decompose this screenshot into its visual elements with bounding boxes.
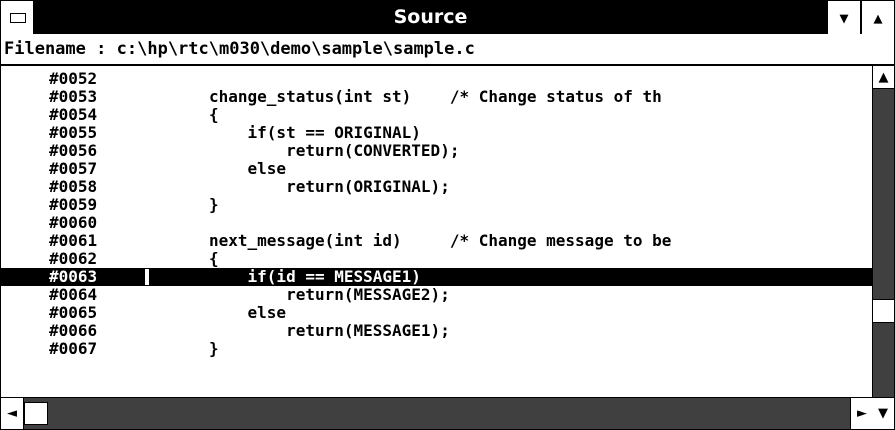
line-code: next_message(int id) /* Change message t… [209, 231, 672, 250]
line-code: else [209, 303, 287, 322]
source-line[interactable]: #0065 else [1, 304, 872, 322]
horizontal-scrollbar[interactable]: ◄ ► ▼ [1, 397, 894, 429]
line-number: #0062 [49, 249, 98, 268]
source-line[interactable]: #0052 [1, 70, 872, 88]
line-code: return(MESSAGE2); [209, 285, 450, 304]
line-code: change_status(int st) /* Change status o… [209, 87, 662, 106]
source-line[interactable]: #0057 else [1, 160, 872, 178]
source-code-area[interactable]: #0052 #0053 change_status(int st) /* Chang… [1, 66, 872, 397]
line-number: #0067 [49, 339, 98, 358]
line-number: #0066 [49, 321, 98, 340]
source-line[interactable]: #0060 [1, 214, 872, 232]
left-arrow-icon: ◄ [7, 406, 17, 421]
source-line[interactable]: #0062 { [1, 250, 872, 268]
filename-label: Filename [4, 39, 86, 59]
source-line[interactable]: #0053 change_status(int st) /* Change sta… [1, 88, 872, 106]
line-number: #0058 [49, 177, 98, 196]
source-window: Source ▼ ▲ Filename : c:\hp\rtc\m030\dem… [0, 0, 895, 430]
horizontal-scroll-thumb[interactable] [24, 402, 48, 425]
line-number: #0065 [49, 303, 98, 322]
highlight-divider [145, 269, 149, 285]
down-arrow-icon: ▼ [878, 406, 888, 421]
system-menu-button[interactable] [1, 1, 34, 34]
minimize-arrow-icon: ▼ [839, 8, 849, 27]
line-number: #0053 [49, 87, 98, 106]
line-code: return(CONVERTED); [209, 141, 460, 160]
minimize-button[interactable]: ▼ [827, 1, 860, 34]
scroll-down-button[interactable]: ▼ [872, 398, 894, 429]
vertical-scroll-thumb[interactable] [873, 299, 894, 323]
line-number: #0061 [49, 231, 98, 250]
source-line[interactable]: #0066 return(MESSAGE1); [1, 322, 872, 340]
line-number: #0059 [49, 195, 98, 214]
line-number: #0054 [49, 105, 98, 124]
source-line[interactable]: #0064 return(MESSAGE2); [1, 286, 872, 304]
source-line[interactable]: #0063 if(id == MESSAGE1) [1, 268, 872, 286]
line-code: { [209, 249, 219, 268]
line-code: } [209, 195, 219, 214]
line-number: #0055 [49, 123, 98, 142]
line-number: #0060 [49, 213, 98, 232]
line-code: } [209, 339, 219, 358]
maximize-arrow-icon: ▲ [873, 8, 883, 27]
scroll-left-button[interactable]: ◄ [1, 398, 24, 429]
filename-bar: Filename : c:\hp\rtc\m030\demo\sample\sa… [1, 34, 894, 66]
window-title: Source [393, 6, 468, 28]
line-code: if(id == MESSAGE1) [209, 267, 421, 286]
source-line[interactable]: #0067} [1, 340, 872, 358]
line-number: #0057 [49, 159, 98, 178]
source-line[interactable]: #0055 if(st == ORIGINAL) [1, 124, 872, 142]
maximize-button[interactable]: ▲ [861, 1, 894, 34]
scroll-up-button[interactable]: ▲ [873, 66, 894, 89]
right-arrow-icon: ► [857, 406, 867, 421]
source-line[interactable]: #0061 next_message(int id) /* Change mess… [1, 232, 872, 250]
line-number: #0063 [49, 267, 98, 286]
horizontal-scroll-track[interactable] [24, 398, 850, 429]
line-code: return(MESSAGE1); [209, 321, 450, 340]
filename-path: c:\hp\rtc\m030\demo\sample\sample.c [116, 39, 475, 59]
line-code: { [209, 105, 219, 124]
source-line[interactable]: #0058 return(ORIGINAL); [1, 178, 872, 196]
up-arrow-icon: ▲ [878, 69, 889, 85]
system-menu-icon [10, 13, 26, 23]
line-number: #0064 [49, 285, 98, 304]
vertical-scrollbar[interactable]: ▲ [872, 66, 894, 397]
vertical-scroll-track[interactable] [873, 89, 894, 397]
line-number: #0052 [49, 69, 98, 88]
source-line[interactable]: #0056 return(CONVERTED); [1, 142, 872, 160]
source-line[interactable]: #0059} [1, 196, 872, 214]
line-number: #0056 [49, 141, 98, 160]
source-line[interactable]: #0054 { [1, 106, 872, 124]
scroll-right-button[interactable]: ► [850, 398, 874, 429]
line-code: else [209, 159, 287, 178]
title-bar[interactable]: Source ▼ ▲ [1, 1, 894, 34]
line-code: if(st == ORIGINAL) [209, 123, 421, 142]
line-code: return(ORIGINAL); [209, 177, 450, 196]
filename-separator: : [96, 39, 107, 59]
